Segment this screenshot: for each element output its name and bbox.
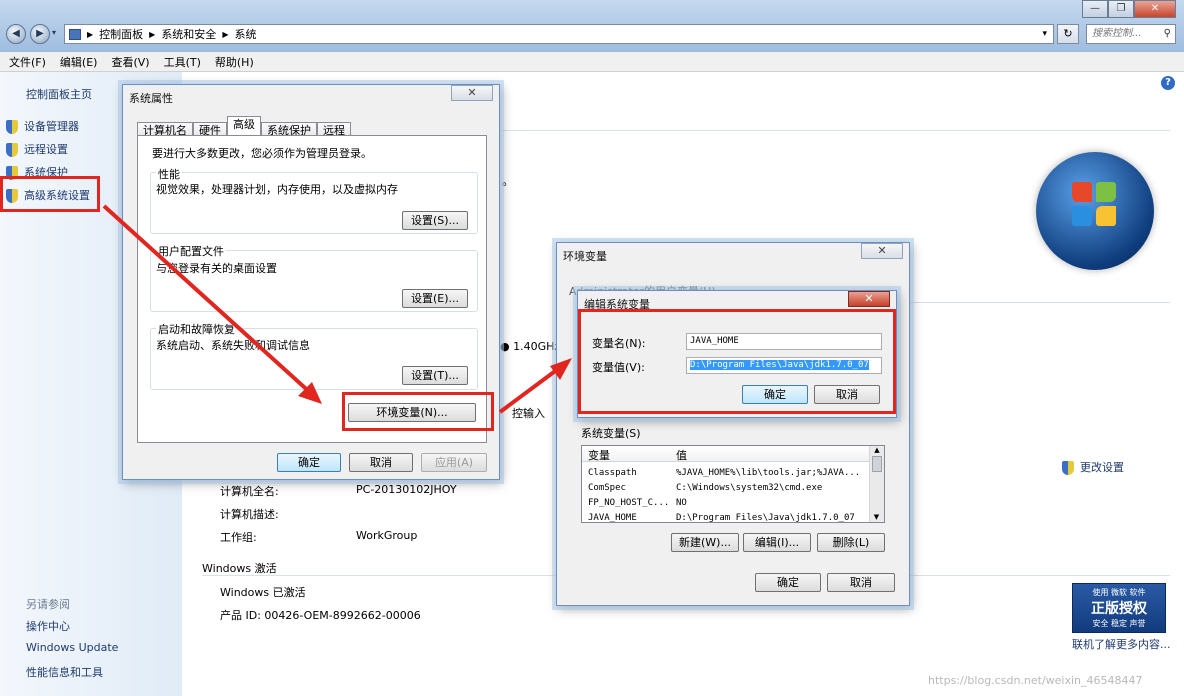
arrowhead-icon <box>550 358 572 380</box>
arrow-line-settings-to-env <box>102 204 316 398</box>
arrow-line-env-to-edit <box>498 364 564 414</box>
annotation-arrows <box>102 204 572 414</box>
